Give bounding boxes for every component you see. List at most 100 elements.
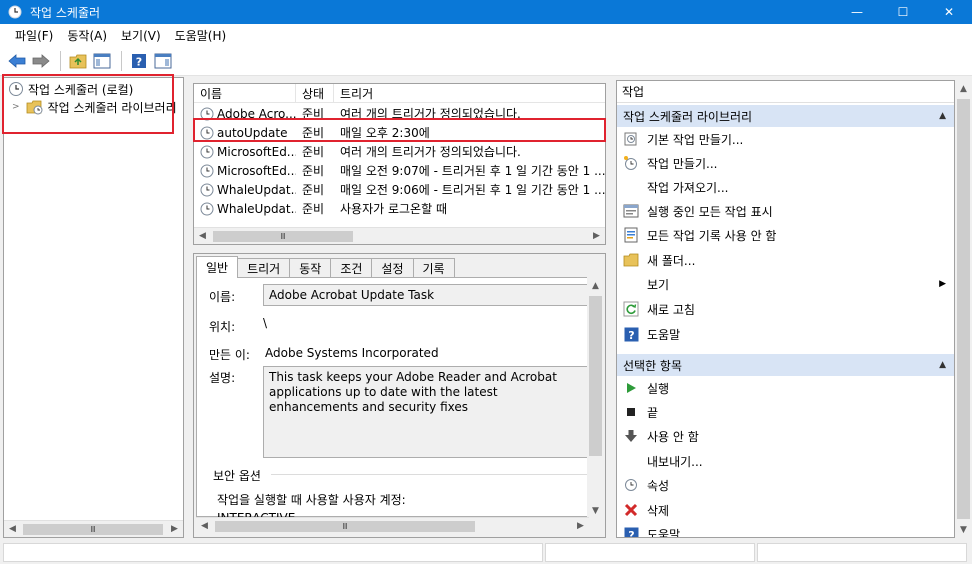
- task-wizard-icon: [623, 131, 639, 147]
- up-folder-button[interactable]: [67, 50, 89, 72]
- title-bar: 작업 스케줄러 — ☐ ✕: [0, 0, 972, 24]
- toolbar: ?: [0, 46, 972, 76]
- show-hide-tree-button[interactable]: [91, 50, 113, 72]
- console-tree: 작업 스케줄러 (로컬) > 작업 스케줄러 라이브러리 ◀ Ⅲ ▶: [3, 77, 184, 538]
- action-import-task[interactable]: 작업 가져오기...: [617, 176, 954, 198]
- task-trigger: 여러 개의 트리거가 정의되었습니다.: [340, 145, 521, 159]
- tab-settings[interactable]: 설정: [371, 258, 414, 278]
- table-row[interactable]: WhaleUpdat... 준비 매일 오전 9:06에 - 트리거된 후 1 …: [194, 180, 605, 199]
- action-refresh[interactable]: 새로 고침: [617, 298, 954, 320]
- description-field[interactable]: This task keeps your Adobe Reader and Ac…: [263, 366, 593, 458]
- action-disable-all-history[interactable]: 모든 작업 기록 사용 안 함: [617, 224, 954, 246]
- task-list-horizontal-scrollbar[interactable]: ◀ Ⅲ ▶: [194, 227, 605, 244]
- action-create-basic-task[interactable]: 기본 작업 만들기...: [617, 128, 954, 150]
- scroll-thumb[interactable]: [589, 296, 602, 456]
- action-help-selected[interactable]: ? 도움말: [617, 523, 954, 539]
- action-display-running-tasks[interactable]: 실행 중인 모든 작업 표시: [617, 200, 954, 222]
- action-properties[interactable]: 속성: [617, 474, 954, 496]
- status-cell: [3, 543, 543, 562]
- tab-conditions[interactable]: 조건: [330, 258, 373, 278]
- action-label: 도움말: [647, 327, 681, 342]
- arrow-left-icon: [8, 53, 26, 68]
- detail-vertical-scrollbar[interactable]: ▲ ▼: [587, 277, 604, 519]
- delete-x-icon: [623, 502, 639, 518]
- action-disable[interactable]: 사용 안 함: [617, 425, 954, 447]
- tab-general[interactable]: 일반: [196, 256, 239, 278]
- task-trigger: 매일 오전 9:07에 - 트리거된 후 1 일 기간 동안 1 ...: [340, 164, 605, 178]
- menu-file[interactable]: 파일(F): [8, 27, 60, 44]
- status-bar: [3, 543, 972, 564]
- close-button[interactable]: ✕: [926, 0, 972, 24]
- scroll-up-icon[interactable]: ▲: [587, 277, 604, 294]
- action-run[interactable]: 실행: [617, 377, 954, 399]
- security-options-group: 보안 옵션: [213, 469, 261, 483]
- action-label: 속성: [647, 478, 670, 493]
- help-icon: ?: [623, 326, 639, 342]
- action-label: 모든 작업 기록 사용 안 함: [647, 228, 777, 243]
- scroll-right-icon[interactable]: ▶: [572, 518, 589, 535]
- action-create-task[interactable]: 작업 만들기...: [617, 152, 954, 174]
- action-help[interactable]: ? 도움말: [617, 323, 954, 345]
- menu-action[interactable]: 동작(A): [60, 27, 114, 44]
- column-header-name[interactable]: 이름: [194, 84, 296, 103]
- clock-icon: [200, 145, 214, 158]
- scroll-right-icon[interactable]: ▶: [588, 228, 605, 245]
- help-button[interactable]: ?: [128, 50, 150, 72]
- name-field[interactable]: Adobe Acrobat Update Task: [263, 284, 593, 306]
- scroll-down-icon[interactable]: ▼: [955, 521, 972, 538]
- blank-icon: [623, 453, 639, 469]
- action-label: 사용 안 함: [647, 429, 699, 444]
- scroll-left-icon[interactable]: ◀: [196, 518, 213, 535]
- clock-icon: [200, 202, 214, 215]
- tab-actions[interactable]: 동작: [289, 258, 332, 278]
- menu-view[interactable]: 보기(V): [114, 27, 168, 44]
- task-name: MicrosoftEd...: [217, 144, 296, 159]
- running-tasks-icon: [623, 203, 639, 219]
- scroll-left-icon[interactable]: ◀: [4, 521, 21, 538]
- collapse-icon[interactable]: ▲: [939, 111, 946, 121]
- minimize-button[interactable]: —: [834, 0, 880, 24]
- column-header-trigger[interactable]: 트리거: [334, 84, 605, 103]
- refresh-icon: [623, 301, 639, 317]
- scroll-up-icon[interactable]: ▲: [955, 80, 972, 97]
- toolbar-separator: [121, 50, 122, 71]
- table-row[interactable]: MicrosoftEd... 준비 매일 오전 9:07에 - 트리거된 후 1…: [194, 161, 605, 180]
- help-icon: ?: [132, 53, 146, 68]
- scroll-right-icon[interactable]: ▶: [166, 521, 183, 538]
- show-hide-action-pane-button[interactable]: [152, 50, 174, 72]
- scroll-thumb[interactable]: Ⅲ: [215, 520, 475, 532]
- stop-icon: [623, 404, 639, 420]
- detail-horizontal-scrollbar[interactable]: ◀ Ⅲ ▶: [196, 517, 589, 534]
- action-end[interactable]: 끝: [617, 401, 954, 423]
- back-button[interactable]: [6, 50, 28, 72]
- action-view[interactable]: 보기 ▶: [617, 273, 954, 295]
- column-header-status[interactable]: 상태: [296, 84, 334, 103]
- scroll-thumb[interactable]: [957, 99, 970, 519]
- menu-help[interactable]: 도움말(H): [168, 27, 234, 44]
- task-detail-pane: 일반 트리거 동작 조건 설정 기록 이름: Adobe Acrobat Upd…: [193, 253, 606, 538]
- status-cell: [545, 543, 755, 562]
- svg-text:?: ?: [628, 529, 634, 539]
- scroll-left-icon[interactable]: ◀: [194, 228, 211, 245]
- action-export[interactable]: 내보내기...: [617, 450, 954, 472]
- collapse-icon[interactable]: ▲: [939, 360, 946, 370]
- forward-button[interactable]: [30, 50, 52, 72]
- action-delete[interactable]: 삭제: [617, 499, 954, 521]
- actions-vertical-scrollbar[interactable]: ▲ ▼: [955, 80, 972, 538]
- action-label: 새로 고침: [647, 302, 695, 317]
- tab-history[interactable]: 기록: [412, 258, 455, 278]
- scroll-thumb[interactable]: Ⅲ: [23, 523, 163, 535]
- table-row[interactable]: MicrosoftEd... 준비 여러 개의 트리거가 정의되었습니다.: [194, 142, 605, 161]
- maximize-button[interactable]: ☐: [880, 0, 926, 24]
- svg-text:?: ?: [628, 329, 634, 342]
- table-row[interactable]: WhaleUpdat... 준비 사용자가 로그온할 때: [194, 199, 605, 218]
- tab-triggers[interactable]: 트리거: [237, 258, 291, 278]
- section-library[interactable]: 작업 스케줄러 라이브러리 ▲: [617, 105, 954, 127]
- action-new-folder[interactable]: 새 폴더...: [617, 249, 954, 271]
- tree-horizontal-scrollbar[interactable]: ◀ Ⅲ ▶: [4, 520, 183, 537]
- section-library-label: 작업 스케줄러 라이브러리: [623, 109, 753, 124]
- section-selected-item[interactable]: 선택한 항목 ▲: [617, 354, 954, 376]
- scroll-down-icon[interactable]: ▼: [587, 502, 604, 519]
- scroll-thumb[interactable]: Ⅲ: [213, 230, 353, 242]
- action-label: 작업 만들기...: [647, 156, 718, 171]
